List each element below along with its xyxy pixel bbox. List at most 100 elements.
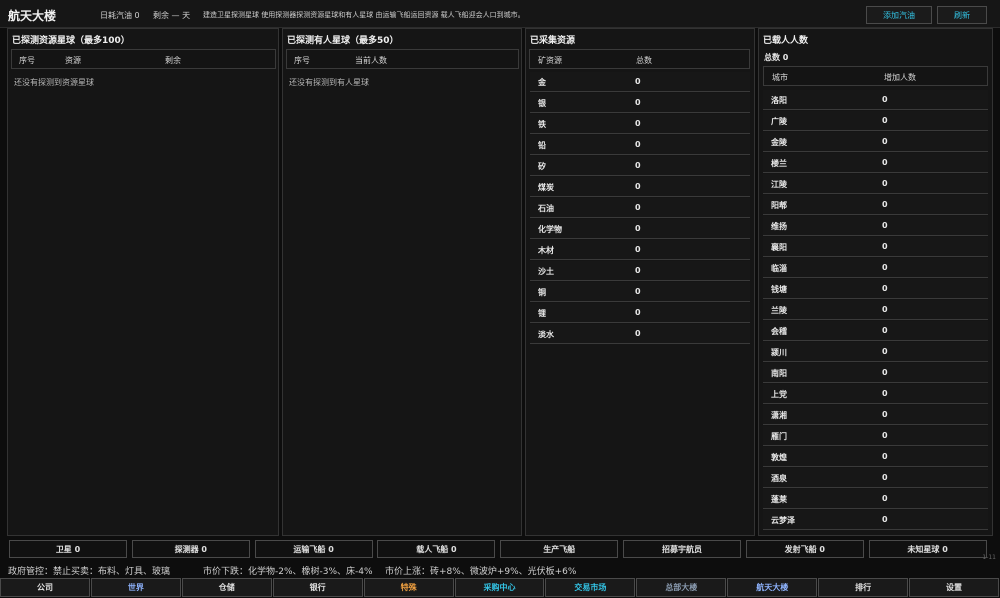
- panel-title: 已载人人数: [763, 36, 809, 46]
- resource-total: 0: [635, 182, 641, 191]
- resource-name: 淡水: [538, 330, 554, 339]
- resource-total: 0: [635, 119, 641, 128]
- city-increase: 0: [882, 368, 888, 377]
- city-name: 维扬: [771, 222, 787, 231]
- city-increase: 0: [882, 95, 888, 104]
- city-increase: 0: [882, 389, 888, 398]
- resource-name: 化学物: [538, 225, 562, 234]
- city-name: 襄阳: [771, 243, 787, 252]
- table-row: 石油 0: [530, 198, 750, 218]
- recruit-astronaut-button[interactable]: 招募宇航员: [623, 540, 741, 558]
- unknown-planet-button[interactable]: 未知星球 0: [868, 540, 987, 558]
- nav-tab[interactable]: 设置: [909, 578, 999, 597]
- nav-tab[interactable]: 仓储: [181, 578, 272, 597]
- column-header: 当前人数: [355, 56, 387, 65]
- city-name: 钱塘: [771, 285, 787, 294]
- table-header: 序号 当前人数: [286, 49, 519, 69]
- remaining-days: 剩余 — 天: [153, 11, 191, 20]
- nav-tab[interactable]: 特殊: [363, 578, 454, 597]
- city-name: 上党: [771, 390, 787, 399]
- resource-total: 0: [635, 329, 641, 338]
- table-row: 会稽 0: [763, 321, 988, 341]
- resource-name: 石油: [538, 204, 554, 213]
- resource-name: 木材: [538, 246, 554, 255]
- city-name: 金陵: [771, 138, 787, 147]
- nav-tab[interactable]: 排行: [818, 578, 909, 597]
- table-row: 煤炭 0: [530, 177, 750, 197]
- city-name: 临淄: [771, 264, 787, 273]
- page-indicator: 1-11: [982, 554, 996, 561]
- nav-tab[interactable]: 公司: [0, 578, 90, 597]
- panel-title: 已采集资源: [530, 36, 576, 46]
- city-name: 潇湘: [771, 411, 787, 420]
- table-row: 江陵 0: [763, 174, 988, 194]
- nav-tab[interactable]: 航天大楼: [727, 578, 818, 597]
- city-increase: 0: [882, 431, 888, 440]
- city-name: 蓬莱: [771, 495, 787, 504]
- table-row: 云梦泽 0: [763, 510, 988, 530]
- resource-total: 0: [635, 98, 641, 107]
- government-control-text: 政府管控：禁止买卖：布料、灯具、玻璃: [8, 567, 171, 577]
- launch-ship-button[interactable]: 发射飞船 0: [745, 540, 864, 558]
- resource-name: 铜: [538, 288, 546, 297]
- city-increase: 0: [882, 242, 888, 251]
- city-name: 楼兰: [771, 159, 787, 168]
- table-row: 钱塘 0: [763, 279, 988, 299]
- transport-ship-button[interactable]: 运输飞船 0: [254, 540, 373, 558]
- resource-name: 银: [538, 99, 546, 108]
- table-row: 淡水 0: [530, 324, 750, 344]
- table-row: 洛阳 0: [763, 90, 988, 110]
- city-increase: 0: [882, 452, 888, 461]
- column-header: 增加人数: [884, 73, 916, 82]
- crewed-ship-button[interactable]: 载人飞船 0: [377, 540, 496, 558]
- resource-total: 0: [635, 161, 641, 170]
- satellite-button[interactable]: 卫星 0: [9, 540, 127, 558]
- table-row: 化学物 0: [530, 219, 750, 239]
- table-row: 雁门 0: [763, 426, 988, 446]
- table-row: 襄阳 0: [763, 237, 988, 257]
- price-up-text: 市价上涨：砖+8%、微波炉+9%、光伏板+6%: [385, 567, 577, 577]
- produce-ship-button[interactable]: 生产飞船: [500, 540, 619, 558]
- hint-text: 建造卫星探测星球 使用探测器探测资源星球和有人星球 由运输飞船运回资源 载人飞船…: [203, 11, 525, 19]
- market-ticker: 政府管控：禁止买卖：布料、灯具、玻璃 市价下跌：化学物-2%、橡树-3%、床-4…: [0, 562, 1000, 578]
- table-row: 兰陵 0: [763, 300, 988, 320]
- nav-tab[interactable]: 世界: [90, 578, 181, 597]
- city-increase: 0: [882, 494, 888, 503]
- resource-total: 0: [635, 308, 641, 317]
- resource-total: 0: [635, 266, 641, 275]
- column-header: 总数: [636, 56, 652, 65]
- city-name: 雁门: [771, 432, 787, 441]
- page-title: 航天大楼: [8, 9, 57, 23]
- table-row: 铜0: [530, 282, 750, 302]
- city-increase: 0: [882, 326, 888, 335]
- table-row: 南阳 0: [763, 363, 988, 383]
- total-count: 总数 0: [764, 53, 789, 62]
- resource-total: 0: [635, 203, 641, 212]
- resource-name: 铁: [538, 120, 546, 129]
- table-row: 阳郫 0: [763, 195, 988, 215]
- table-row: 临淄 0: [763, 258, 988, 278]
- probe-button[interactable]: 探测器 0: [131, 540, 250, 558]
- panel-title: 已探测资源星球（最多100）: [12, 36, 130, 46]
- city-increase: 0: [882, 410, 888, 419]
- nav-tab[interactable]: 总部大楼: [636, 578, 727, 597]
- city-name: 兰陵: [771, 306, 787, 315]
- city-increase: 0: [882, 473, 888, 482]
- table-row: 广陵 0: [763, 111, 988, 131]
- table-row: 金陵 0: [763, 132, 988, 152]
- city-increase: 0: [882, 305, 888, 314]
- column-header: 城市: [772, 73, 788, 82]
- carried-people-panel: 已载人人数 总数 0 城市 增加人数 洛阳 0 广陵 0 金陵 0 楼兰 0 江陵 0 阳郫 0 维扬 0…: [758, 28, 993, 536]
- nav-tab[interactable]: 采购中心: [454, 578, 545, 597]
- add-fuel-button[interactable]: 添加汽油: [866, 6, 932, 24]
- nav-tab[interactable]: 交易市场: [545, 578, 636, 597]
- city-increase: 0: [882, 515, 888, 524]
- resource-total: 0: [635, 140, 641, 149]
- refresh-button[interactable]: 刷新: [937, 6, 987, 24]
- city-name: 颍川: [771, 348, 787, 357]
- nav-tab[interactable]: 银行: [272, 578, 363, 597]
- table-row: 维扬 0: [763, 216, 988, 236]
- resource-name: 煤炭: [538, 183, 554, 192]
- city-name: 阳郫: [771, 201, 787, 210]
- empty-message: 还没有探测到有人星球: [289, 78, 369, 87]
